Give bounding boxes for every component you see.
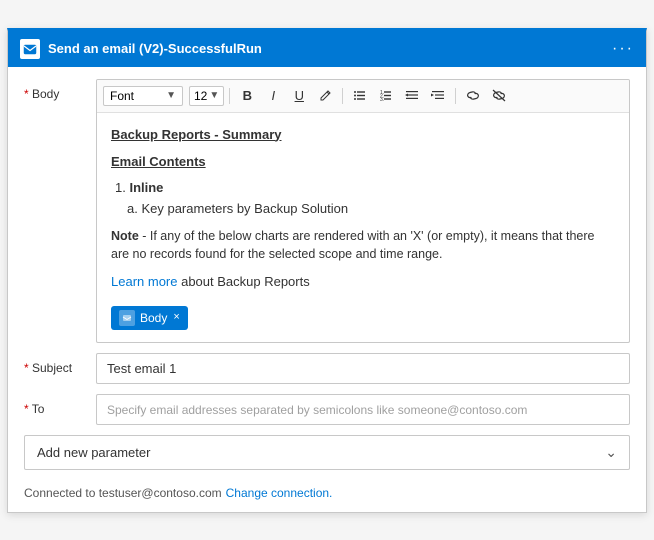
email-card: Send an email (V2)-SuccessfulRun ··· * B…	[7, 28, 647, 513]
body-label: * Body	[24, 79, 96, 101]
learn-more-link[interactable]: Learn more	[111, 274, 177, 289]
editor-container: Font ▼ 12 ▼ B I U	[96, 79, 630, 343]
to-label: * To	[24, 394, 96, 416]
add-parameter-label: Add new parameter	[37, 445, 605, 460]
list-number: 1.	[115, 180, 129, 195]
toolbar-sep-2	[342, 88, 343, 104]
email-icon	[20, 39, 40, 59]
change-connection-link[interactable]: Change connection.	[226, 486, 333, 500]
font-size-selector[interactable]: 12 ▼	[189, 86, 224, 106]
bold-button[interactable]: B	[235, 84, 259, 108]
inline-label: Inline	[129, 180, 163, 195]
body-dynamic-tag[interactable]: Body ×	[111, 306, 188, 330]
body-field-row: * Body Font ▼ 12 ▼ B	[24, 79, 630, 343]
card-body: * Body Font ▼ 12 ▼ B	[8, 67, 646, 512]
card-title: Send an email (V2)-SuccessfulRun	[48, 41, 612, 56]
svg-text:3.: 3.	[380, 97, 384, 102]
subject-label: * Subject	[24, 353, 96, 375]
to-field-row: * To	[24, 394, 630, 425]
add-parameter-row[interactable]: Add new parameter ⌄	[24, 435, 630, 470]
editor-toolbar: Font ▼ 12 ▼ B I U	[97, 80, 629, 113]
connected-text: Connected to testuser@contoso.com	[24, 486, 222, 500]
body-tag-label: Body	[140, 309, 167, 327]
subject-field-content	[96, 353, 630, 384]
editor-note: Note - If any of the below charts are re…	[111, 227, 615, 265]
link-button[interactable]	[461, 84, 485, 108]
font-selector[interactable]: Font ▼	[103, 86, 183, 106]
body-field-content: Font ▼ 12 ▼ B I U	[96, 79, 630, 343]
more-options-button[interactable]: ···	[612, 40, 634, 58]
footer-row: Connected to testuser@contoso.com Change…	[24, 480, 630, 502]
font-dropdown-arrow: ▼	[166, 90, 176, 101]
to-field-content	[96, 394, 630, 425]
note-text: - If any of the below charts are rendere…	[111, 229, 594, 262]
body-tag-close-button[interactable]: ×	[173, 309, 179, 326]
body-tag-icon	[119, 310, 135, 326]
indent-decrease-button[interactable]	[400, 84, 424, 108]
toolbar-sep-3	[455, 88, 456, 104]
unlink-button[interactable]	[487, 84, 511, 108]
italic-button[interactable]: I	[261, 84, 285, 108]
chevron-down-icon: ⌄	[605, 444, 617, 461]
font-name-label: Font	[110, 89, 134, 103]
editor-subtitle: Email Contents	[111, 152, 615, 172]
subject-required-star: *	[24, 361, 29, 375]
subject-field-row: * Subject	[24, 353, 630, 384]
to-input[interactable]	[96, 394, 630, 425]
learn-more-after: about Backup Reports	[177, 274, 309, 289]
editor-main-title: Backup Reports - Summary	[111, 125, 615, 145]
indent-increase-button[interactable]	[426, 84, 450, 108]
subject-input[interactable]	[96, 353, 630, 384]
editor-body[interactable]: Backup Reports - Summary Email Contents …	[97, 113, 629, 342]
editor-list: 1. Inline a. Key parameters by Backup So…	[115, 178, 615, 219]
learn-more-line: Learn more about Backup Reports	[111, 272, 615, 292]
unordered-list-button[interactable]	[348, 84, 372, 108]
body-tag-container: Body ×	[111, 300, 615, 330]
note-bold: Note	[111, 229, 139, 243]
toolbar-sep-1	[229, 88, 230, 104]
list-item-1: 1. Inline	[115, 178, 615, 198]
underline-button[interactable]: U	[287, 84, 311, 108]
body-required-star: *	[24, 87, 29, 101]
card-header: Send an email (V2)-SuccessfulRun ···	[8, 31, 646, 67]
font-size-arrow: ▼	[209, 90, 219, 101]
font-size-label: 12	[194, 89, 207, 103]
pen-button[interactable]	[313, 84, 337, 108]
list-item-1a: a. Key parameters by Backup Solution	[127, 199, 615, 219]
ordered-list-button[interactable]: 1.2.3.	[374, 84, 398, 108]
to-required-star: *	[24, 402, 29, 416]
